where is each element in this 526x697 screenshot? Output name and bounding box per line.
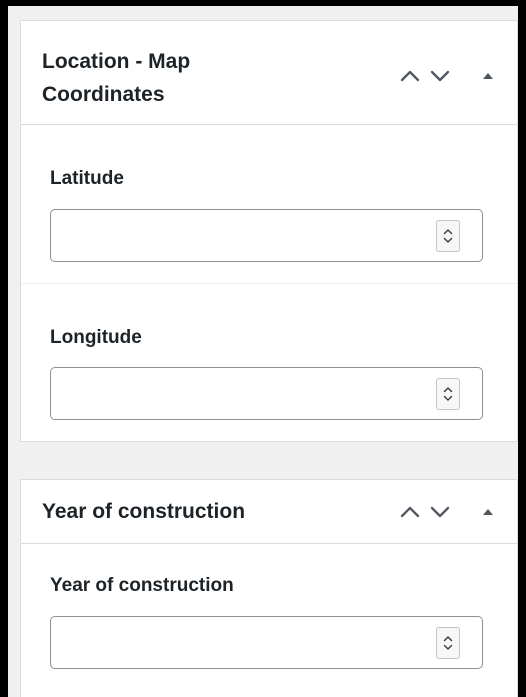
toggle-panel-button[interactable] xyxy=(477,63,499,89)
latitude-input[interactable] xyxy=(50,209,483,262)
latitude-spinner[interactable] xyxy=(436,220,460,252)
location-panel: Location - Map Coordinates Latitude Long… xyxy=(20,20,518,442)
panel-header: Year of construction xyxy=(21,480,517,544)
latitude-label: Latitude xyxy=(50,168,124,189)
sidebar-metaboxes: Location - Map Coordinates Latitude Long… xyxy=(8,6,518,697)
panel-controls xyxy=(393,63,499,89)
longitude-input[interactable] xyxy=(50,367,483,420)
longitude-spinner[interactable] xyxy=(436,378,460,410)
triangle-up-icon xyxy=(483,509,493,515)
year-label: Year of construction xyxy=(50,575,234,596)
toggle-panel-button[interactable] xyxy=(477,499,499,525)
year-input[interactable] xyxy=(50,616,483,669)
panel-title: Year of construction xyxy=(42,500,246,523)
panel-header: Location - Map Coordinates xyxy=(21,21,517,125)
move-up-button[interactable] xyxy=(397,499,423,525)
move-down-button[interactable] xyxy=(427,63,453,89)
spinner-arrows-icon xyxy=(443,229,453,243)
move-down-button[interactable] xyxy=(427,499,453,525)
chevron-up-icon xyxy=(400,506,420,518)
panel-title: Location - Map Coordinates xyxy=(42,50,191,106)
move-up-button[interactable] xyxy=(397,63,423,89)
spinner-arrows-icon xyxy=(443,387,453,401)
longitude-field-group: Longitude xyxy=(21,284,517,441)
chevron-up-icon xyxy=(400,70,420,82)
year-field-group: Year of construction xyxy=(21,544,517,697)
latitude-field-group: Latitude xyxy=(21,125,517,284)
chevron-down-icon xyxy=(430,506,450,518)
spinner-arrows-icon xyxy=(443,636,453,650)
chevron-down-icon xyxy=(430,70,450,82)
year-spinner[interactable] xyxy=(436,627,460,659)
year-of-construction-panel: Year of construction Year of constructio… xyxy=(20,479,518,697)
longitude-label: Longitude xyxy=(50,327,142,348)
triangle-up-icon xyxy=(483,73,493,79)
panel-controls xyxy=(393,499,499,525)
